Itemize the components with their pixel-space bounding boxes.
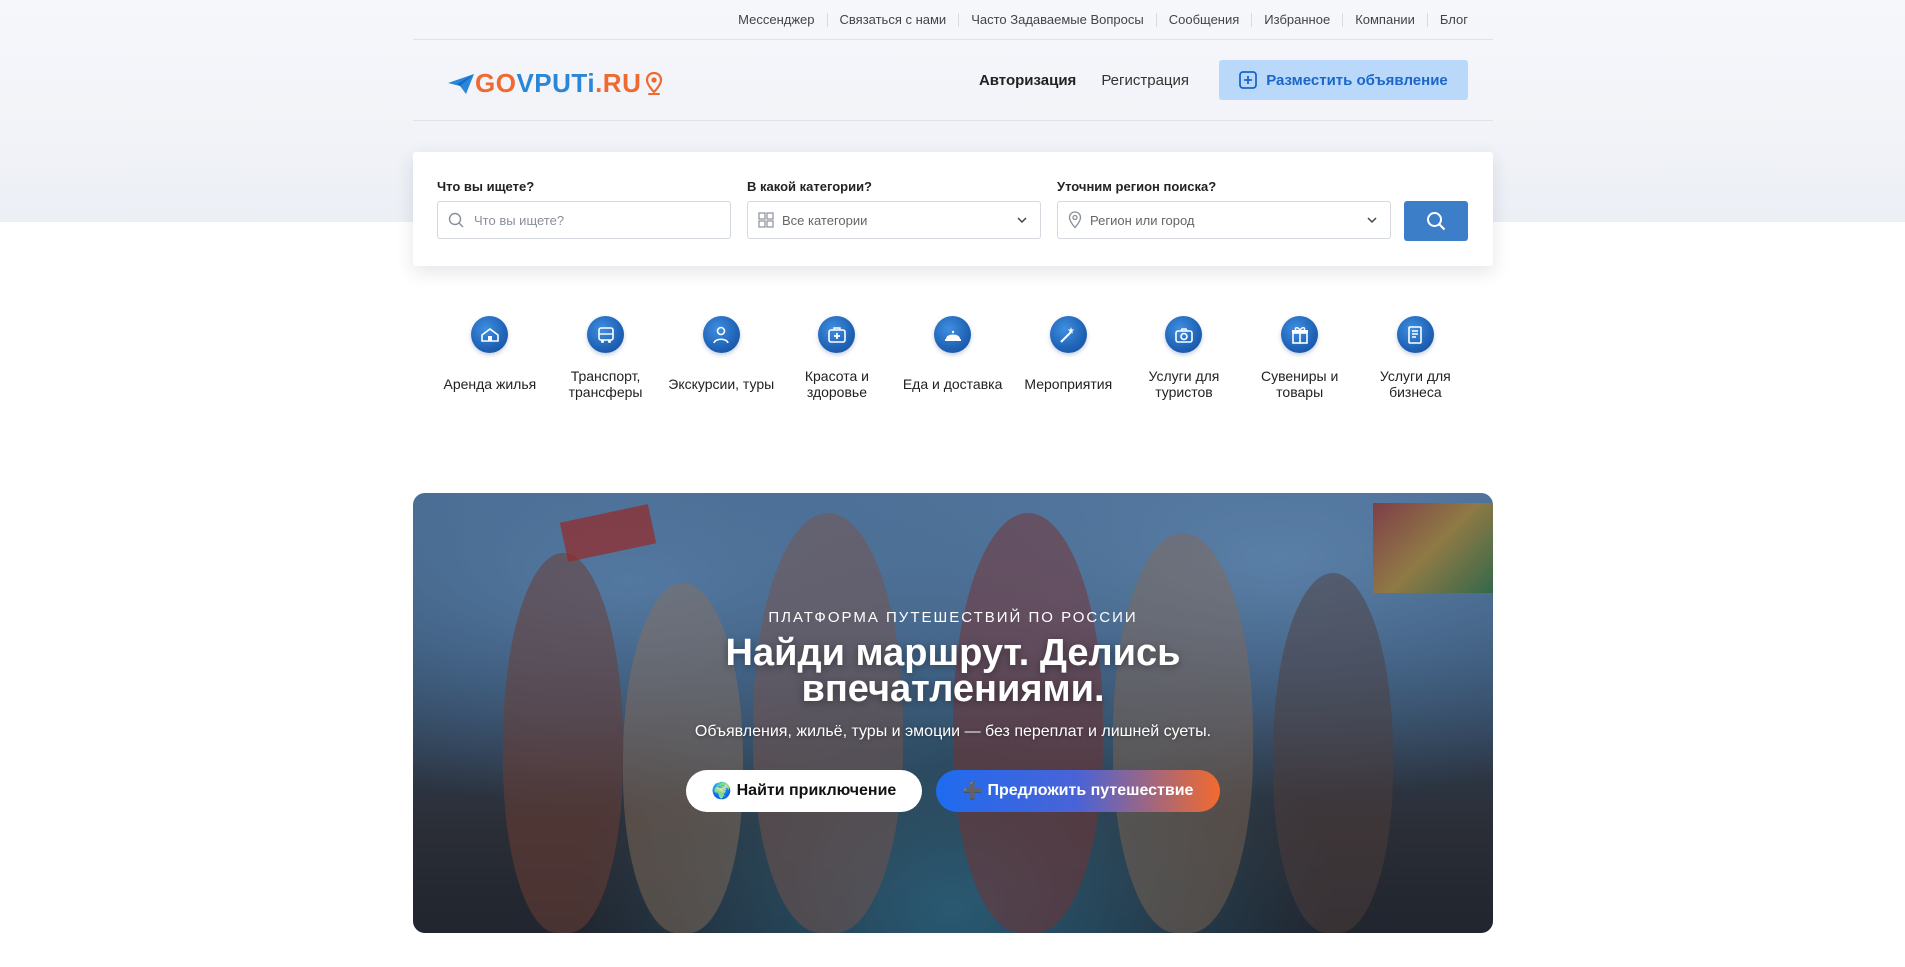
login-link[interactable]: Авторизация (979, 72, 1076, 89)
globe-icon: 🌍 (711, 783, 732, 800)
category-beauty[interactable]: Красота и здоровье (779, 316, 895, 404)
find-adventure-label: Найти приключение (736, 782, 897, 799)
search-panel: Что вы ищете? В какой категории? Все кат… (413, 152, 1493, 266)
map-pin-person-icon (702, 316, 740, 353)
top-links-bar: Мессенджер Связаться с нами Часто Задава… (413, 0, 1493, 39)
category-label: Услуги для туристов (1148, 368, 1220, 400)
top-link-blog[interactable]: Блог (1426, 12, 1493, 27)
top-link-favorites[interactable]: Избранное (1251, 12, 1342, 27)
category-rental[interactable]: Аренда жилья (432, 316, 548, 404)
top-link-messenger[interactable]: Мессенджер (726, 12, 826, 27)
category-list: Аренда жилья Транспорт, трансферы Экскур… (432, 316, 1474, 404)
category-select[interactable]: Все категории (747, 201, 1041, 239)
chevron-down-icon (1017, 217, 1027, 224)
document-icon (1396, 316, 1434, 353)
hero-subtitle: Объявления, жильё, туры и эмоции — без п… (694, 723, 1212, 740)
cloche-icon (934, 316, 972, 353)
category-souvenirs[interactable]: Сувениры и товары (1242, 316, 1358, 404)
offer-trip-label: Предложить путешествие (987, 782, 1194, 799)
first-aid-icon (818, 316, 856, 353)
find-adventure-button[interactable]: 🌍 Найти приключение (686, 770, 922, 812)
category-tourist-services[interactable]: Услуги для туристов (1126, 316, 1242, 404)
register-link[interactable]: Регистрация (1101, 72, 1189, 89)
category-business[interactable]: Услуги для бизнеса (1358, 316, 1474, 404)
top-link-contact[interactable]: Связаться с нами (826, 12, 959, 27)
region-placeholder: Регион или город (1090, 212, 1195, 228)
category-transport[interactable]: Транспорт, трансферы (548, 316, 664, 404)
category-label: Транспорт, трансферы (568, 368, 643, 400)
category-label: Мероприятия (1024, 376, 1113, 392)
category-label: Красота и здоровье (804, 368, 869, 400)
search-input[interactable] (472, 211, 696, 229)
site-logo[interactable]: GO VPUTi .RU (447, 68, 663, 99)
category-label: Услуги для бизнеса (1379, 368, 1451, 400)
category-excursions[interactable]: Экскурсии, туры (663, 316, 779, 404)
hero-title: Найди маршрут. Делись впечатлениями. (725, 632, 1181, 710)
search-button[interactable] (1404, 201, 1468, 241)
offer-trip-button[interactable]: ➕ Предложить путешествие (936, 770, 1220, 812)
post-ad-button[interactable]: Разместить объявление (1219, 60, 1468, 100)
category-label: Экскурсии, туры (668, 376, 775, 392)
region-select[interactable]: Регион или город (1057, 201, 1391, 239)
site-header: GO VPUTi .RU Авторизация Регистрация Разме… (413, 40, 1493, 120)
hero-eyebrow: ПЛАТФОРМА ПУТЕШЕСТВИЙ ПО РОССИИ (768, 609, 1138, 626)
party-icon (1049, 316, 1087, 353)
what-label: Что вы ищете? (437, 179, 535, 194)
header-nav: Авторизация Регистрация Разместить объяв… (979, 60, 1468, 100)
category-label: Аренда жилья (443, 376, 537, 392)
map-pin-icon (1068, 211, 1082, 229)
search-icon (1427, 212, 1446, 231)
house-icon (471, 316, 509, 353)
logo-text-go: GO (475, 68, 517, 98)
category-label: Еда и доставка (902, 376, 1003, 392)
post-ad-label: Разместить объявление (1266, 71, 1448, 89)
top-link-messages[interactable]: Сообщения (1155, 12, 1252, 27)
what-field[interactable] (437, 201, 731, 239)
plus-square-icon (1239, 71, 1258, 89)
category-label: Сувениры и товары (1261, 368, 1339, 400)
bus-icon (587, 316, 625, 353)
top-link-faq[interactable]: Часто Задаваемые Вопросы (958, 12, 1156, 27)
region-label: Уточним регион поиска? (1057, 179, 1217, 194)
logo-text-ru: .RU (595, 68, 642, 98)
paper-plane-icon (448, 73, 474, 94)
chevron-down-icon (1367, 217, 1377, 224)
hero-banner: ПЛАТФОРМА ПУТЕШЕСТВИЙ ПО РОССИИ Найди ма… (413, 493, 1493, 933)
hero-content: ПЛАТФОРМА ПУТЕШЕСТВИЙ ПО РОССИИ Найди ма… (413, 493, 1493, 933)
category-value: Все категории (782, 212, 868, 228)
search-icon (448, 212, 464, 228)
plus-icon: ➕ (962, 783, 983, 800)
location-pin-icon (646, 71, 663, 95)
category-events[interactable]: Мероприятия (1010, 316, 1126, 404)
logo-text-vputi: VPUTi (516, 68, 596, 98)
category-label: В какой категории? (747, 179, 872, 194)
divider (413, 120, 1493, 121)
grid-icon (758, 212, 774, 228)
camera-icon (1165, 316, 1203, 353)
gift-icon (1281, 316, 1319, 353)
top-link-companies[interactable]: Компании (1342, 12, 1427, 27)
category-food[interactable]: Еда и доставка (895, 316, 1011, 404)
